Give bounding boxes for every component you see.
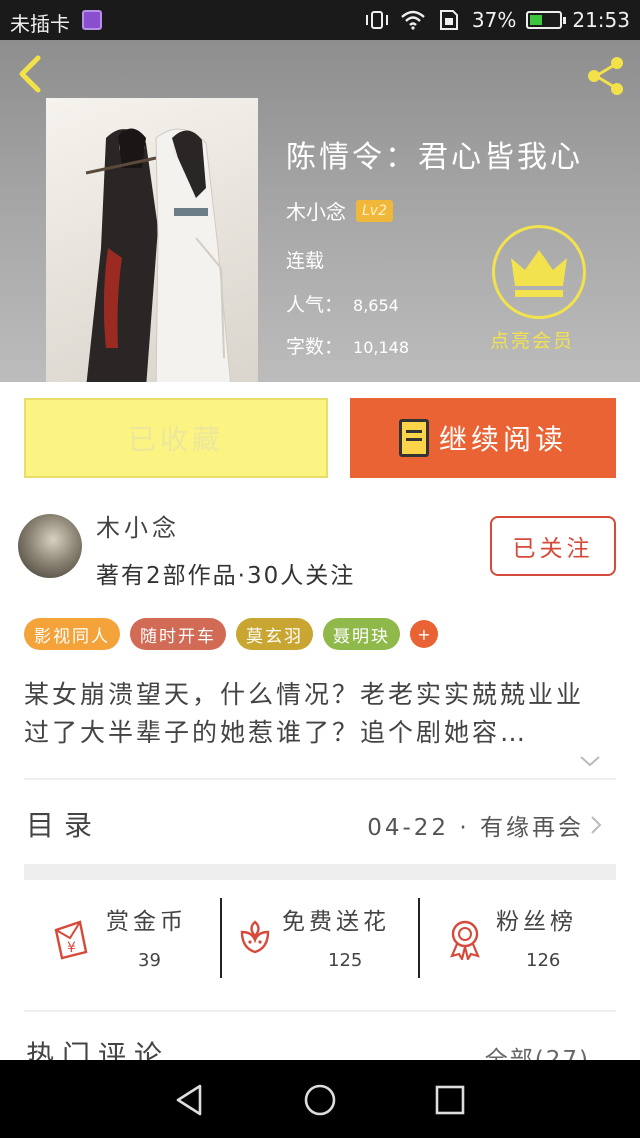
word-count-label: 字数： [286,336,344,358]
author-line: 木小念 Lv2 [286,196,393,225]
medal-icon [450,920,480,960]
vip-button[interactable] [492,225,586,319]
status-bar: 未插卡 37% 21:53 [0,0,640,40]
wifi-icon [401,10,425,30]
word-count-row: 字数： 10,148 [286,332,409,359]
author-name[interactable]: 木小念 [96,508,180,543]
book-title: 陈情令：君心皆我心 [286,140,583,175]
battery-percent: 37% [471,8,517,32]
stat-value: 39 [138,950,161,971]
status-icons: 37% 21:53 [364,8,630,32]
popularity-value: 8,654 [353,296,399,315]
more-tags-button[interactable]: + [410,620,438,648]
author-stats: 著有2部作品·30人关注 [96,563,356,589]
tag-item[interactable]: 莫玄羽 [236,618,313,650]
book-header: 陈情令：君心皆我心 木小念 Lv2 连载 人气： 8,654 字数： 10,148 … [0,40,640,382]
recents-square-icon[interactable] [430,1080,470,1120]
collected-button[interactable]: 已收藏 [24,398,328,478]
level-badge: Lv2 [356,199,393,222]
home-circle-icon[interactable] [300,1080,340,1120]
catalog-label: 目录 [26,809,103,842]
fan-ranking-button[interactable]: 粉丝榜 126 [420,898,610,980]
tag-item[interactable]: 随时开车 [130,618,226,650]
collected-label: 已收藏 [127,423,224,456]
back-triangle-icon[interactable] [170,1080,210,1120]
follow-label: 已关注 [512,536,594,562]
stat-value: 126 [526,950,561,971]
follow-button[interactable]: 已关注 [490,516,616,576]
gallery-icon [82,10,102,30]
stat-value: 125 [328,950,363,971]
carrier-label: 未插卡 [10,12,70,36]
sim-icon [439,10,458,30]
word-count-value: 10,148 [353,338,409,357]
chevron-left-icon[interactable] [14,54,50,94]
continue-reading-button[interactable]: 继续阅读 [350,398,616,478]
chevron-right-icon [591,816,602,834]
send-flower-button[interactable]: 免费送花 125 [222,898,412,980]
crown-icon [511,250,567,297]
book-author[interactable]: 木小念 [286,196,346,225]
continue-reading-label: 继续阅读 [438,423,567,456]
divider [24,1010,616,1012]
book-cover[interactable] [46,98,258,382]
red-envelope-icon: ¥ [54,920,88,960]
cover-illustration [85,128,231,382]
flower-icon [240,920,270,954]
stat-label: 赏金币 [106,909,187,935]
chevron-down-icon[interactable] [578,752,602,770]
clock: 21:53 [572,8,630,32]
stat-label: 免费送花 [282,909,390,935]
vibrate-icon [365,11,388,29]
battery-icon [526,11,567,29]
book-description[interactable]: 某女崩溃望天，什么情况？老老实实兢兢业业过了大半辈子的她惹谁了？追个剧她容… [24,676,604,752]
latest-chapter: 04-22 · 有缘再会 [367,815,584,841]
serial-status: 连载 [286,250,325,272]
book-icon [398,419,429,457]
vip-label[interactable]: 点亮会员 [490,326,574,353]
section-divider [24,864,616,880]
reward-coins-button[interactable]: ¥ 赏金币 39 [26,898,216,980]
popularity-row: 人气： 8,654 [286,290,399,317]
share-icon[interactable] [584,54,628,98]
tag-item[interactable]: 聂明玦 [323,618,400,650]
popularity-label: 人气： [286,294,344,316]
tag-item[interactable]: 影视同人 [24,618,120,650]
divider [24,778,616,780]
stat-label: 粉丝榜 [496,909,577,935]
svg-text:¥: ¥ [67,940,76,956]
author-avatar[interactable] [18,514,82,578]
system-nav-bar [0,1060,640,1138]
tag-list: 影视同人 随时开车 莫玄羽 聂明玦 + [24,618,438,650]
